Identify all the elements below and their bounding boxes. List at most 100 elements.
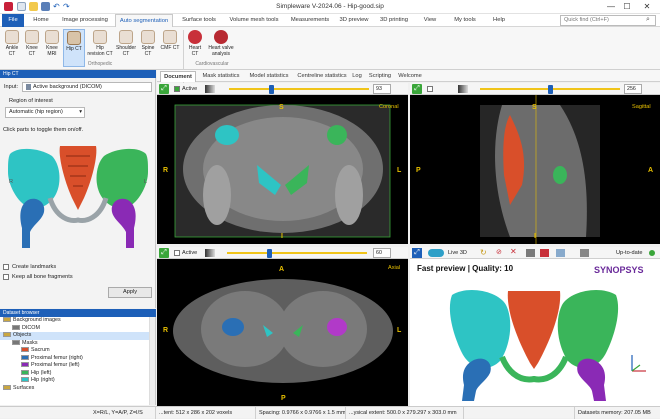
- pelvis-diagram[interactable]: [0, 136, 156, 260]
- stop-icon[interactable]: ⊘: [496, 248, 502, 256]
- apply-button[interactable]: Apply: [108, 287, 152, 298]
- dataset-tree: Background images DICOM Objects Masks Sacrum…: [0, 317, 156, 405]
- preview-view[interactable]: Fast preview | Quality: 10 SYNOPSYS: [410, 259, 660, 406]
- tab-document[interactable]: Document: [160, 71, 196, 82]
- axial-slider-knob[interactable]: [267, 249, 272, 258]
- sagittal-top-label: S: [532, 104, 537, 111]
- roi-select[interactable]: Automatic (hip region) ▾: [5, 107, 85, 118]
- refresh-icon[interactable]: ↻: [480, 248, 487, 257]
- sagittal-view-name: Sagittal: [632, 104, 651, 110]
- cmf-ct-button[interactable]: CMF CT: [159, 29, 181, 67]
- maximize-view-icon[interactable]: ⤢: [412, 248, 422, 258]
- tree-item-label: Background images: [13, 317, 61, 323]
- axial-slice-input[interactable]: 60: [373, 248, 391, 258]
- tab-welcome[interactable]: Welcome: [396, 71, 424, 82]
- tree-item[interactable]: Hip (left): [0, 370, 155, 378]
- maximize-view-icon[interactable]: ⤢: [412, 84, 422, 94]
- tab-scripting[interactable]: Scripting: [366, 71, 394, 82]
- create-landmarks-checkbox[interactable]: [3, 264, 9, 270]
- chevron-down-icon: ▾: [79, 109, 82, 115]
- femur-left-part[interactable]: [111, 198, 136, 248]
- search-input[interactable]: Quick find (Ctrl+F): [560, 15, 656, 26]
- color-icon[interactable]: [540, 249, 549, 257]
- tab-image-processing[interactable]: Image processing: [58, 14, 112, 27]
- sagittal-slice-input[interactable]: 256: [624, 84, 642, 94]
- ankle-icon: [5, 30, 19, 44]
- axial-view[interactable]: A P R L Axial: [157, 259, 408, 406]
- tab-measurements[interactable]: Measurements: [287, 14, 333, 27]
- tab-log[interactable]: Log: [350, 71, 364, 82]
- coronal-slider-knob[interactable]: [269, 85, 274, 94]
- tab-3d-printing[interactable]: 3D printing: [376, 14, 412, 27]
- group-label-orthopedic: Orthopedic: [87, 61, 113, 67]
- coronal-view[interactable]: S I R L Coronal: [157, 95, 408, 244]
- hip-icon: [67, 31, 81, 45]
- coronal-active-checkbox[interactable]: [174, 86, 180, 92]
- tree-item[interactable]: Objects: [0, 332, 155, 340]
- tab-model-statistics[interactable]: Model statistics: [245, 71, 293, 82]
- mask-icon: [21, 354, 29, 360]
- ankle-ct-button[interactable]: Ankle CT: [3, 29, 21, 67]
- tab-auto-segmentation[interactable]: Auto segmentation: [115, 14, 173, 28]
- maximize-view-icon[interactable]: ⤢: [159, 248, 169, 258]
- live-3d-toggle[interactable]: [428, 249, 444, 257]
- status-extent: ...tent: 512 x 286 x 202 voxels: [156, 407, 256, 419]
- tab-home[interactable]: Home: [28, 14, 54, 27]
- colormap-icon[interactable]: [205, 249, 215, 257]
- diagram-side-r: R: [9, 179, 14, 185]
- folder-icon: [3, 317, 11, 323]
- tree-item[interactable]: Proximal femur (left): [0, 362, 155, 370]
- group-label-cardiovascular: Cardiovascular: [195, 61, 229, 67]
- close-icon[interactable]: ✕: [510, 247, 517, 256]
- knee-ct-button[interactable]: Knee CT: [23, 29, 41, 67]
- tab-mask-statistics[interactable]: Mask statistics: [198, 71, 244, 82]
- tab-help[interactable]: Help: [487, 14, 511, 27]
- colormap-icon[interactable]: [458, 85, 468, 93]
- minimize-button[interactable]: —: [604, 1, 618, 12]
- coronal-right-label: L: [397, 167, 402, 174]
- tab-file[interactable]: File: [2, 14, 24, 27]
- coronal-slice-slider[interactable]: [229, 88, 369, 90]
- tree-item[interactable]: Masks: [0, 340, 155, 348]
- camera-icon[interactable]: [580, 249, 589, 257]
- coronal-slice-input[interactable]: 93: [373, 84, 391, 94]
- tree-item[interactable]: Surfaces: [0, 385, 155, 393]
- mask-icon: [21, 369, 29, 375]
- femur-right-part[interactable]: [20, 198, 45, 248]
- maximize-view-icon[interactable]: ⤢: [159, 84, 169, 94]
- tree-scrollbar[interactable]: [149, 317, 155, 405]
- axial-slice-slider[interactable]: [227, 252, 367, 254]
- spine-ct-button[interactable]: Spine CT: [139, 29, 157, 67]
- axial-active-label: Active: [182, 250, 198, 256]
- sagittal-active-checkbox[interactable]: [427, 86, 433, 92]
- axial-active-checkbox[interactable]: [174, 250, 180, 256]
- input-field[interactable]: Active background (DICOM): [22, 82, 152, 92]
- tree-item[interactable]: Hip (right): [0, 377, 155, 385]
- tree-item[interactable]: Background images: [0, 317, 155, 325]
- render-icon[interactable]: [526, 249, 535, 257]
- tree-item[interactable]: Proximal femur (right): [0, 355, 155, 363]
- tree-item[interactable]: Sacrum: [0, 347, 155, 355]
- diagram-side-l: L: [144, 179, 148, 185]
- mask-icon: [12, 339, 20, 345]
- search-icon[interactable]: ⌕: [646, 16, 650, 24]
- keep-fragments-checkbox[interactable]: [3, 274, 9, 280]
- status-physical-extent: ...ysical extent: 500.0 x 279.297 x 303.…: [346, 407, 464, 419]
- maximize-button[interactable]: ☐: [620, 1, 634, 12]
- tab-my-tools[interactable]: My tools: [448, 14, 482, 27]
- close-button[interactable]: ✕: [640, 1, 654, 12]
- tab-surface-tools[interactable]: Surface tools: [177, 14, 221, 27]
- tab-centreline-statistics[interactable]: Centreline statistics: [294, 71, 350, 82]
- skull-icon: [163, 30, 177, 44]
- knee-mri-button[interactable]: Knee MRI: [43, 29, 61, 67]
- sagittal-slider-knob[interactable]: [548, 85, 553, 94]
- colormap-icon[interactable]: [205, 85, 215, 93]
- tab-volume-mesh-tools[interactable]: Volume mesh tools: [225, 14, 283, 27]
- tab-view[interactable]: View: [418, 14, 442, 27]
- tab-3d-preview[interactable]: 3D preview: [336, 14, 372, 27]
- grid-icon[interactable]: [556, 249, 565, 257]
- mask-icon: [21, 377, 29, 383]
- status-dot-icon: [649, 250, 655, 256]
- sagittal-view[interactable]: S I P A Sagittal: [410, 95, 660, 244]
- tree-item[interactable]: DICOM: [0, 325, 155, 333]
